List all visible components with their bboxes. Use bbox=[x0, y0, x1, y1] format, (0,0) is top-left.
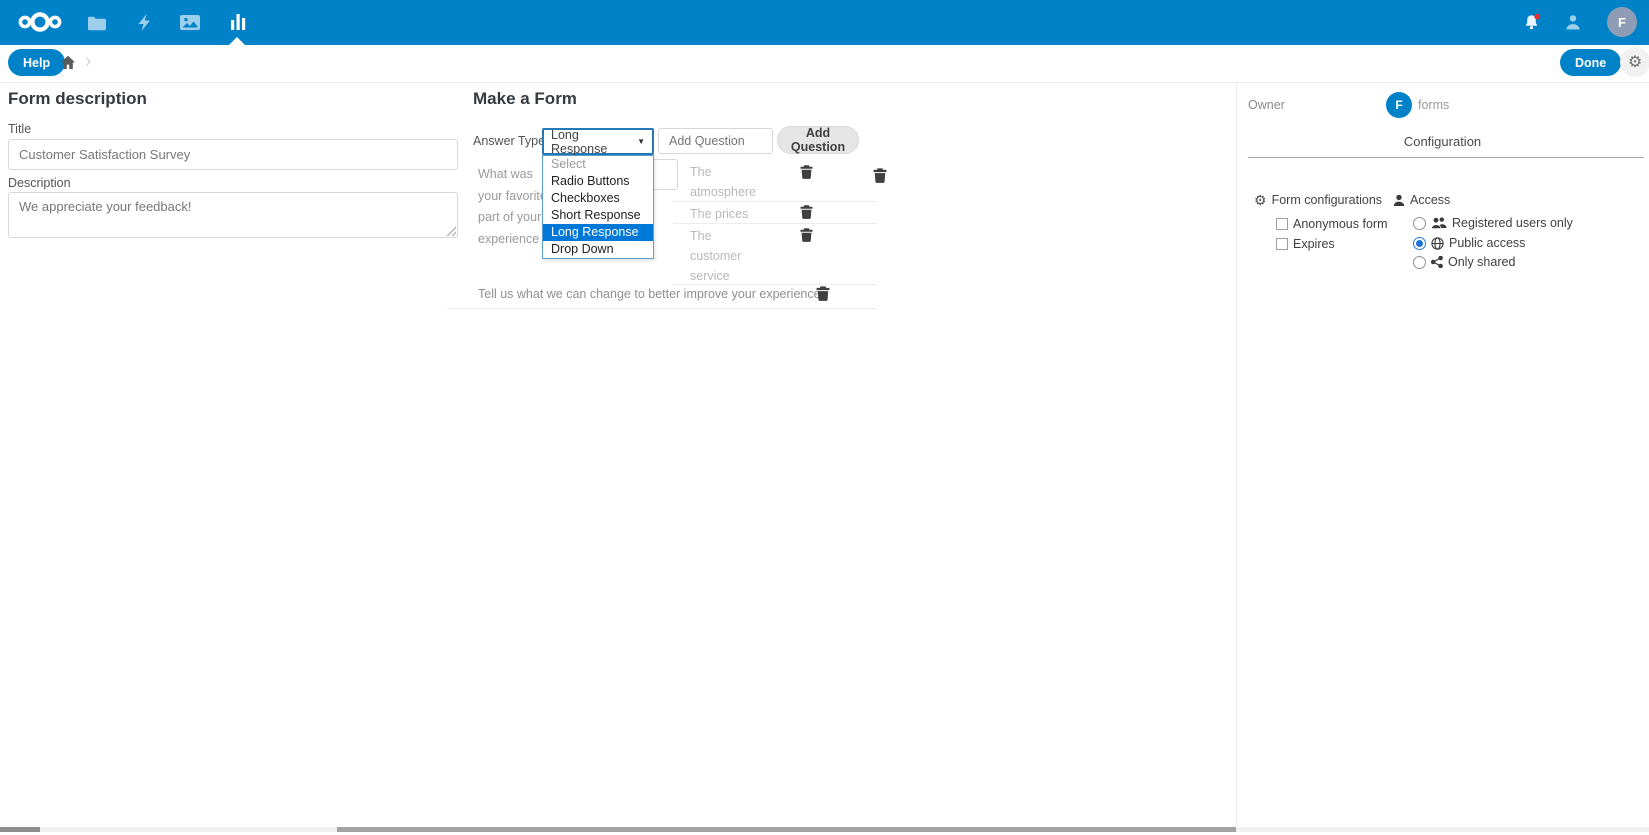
forms-barchart-icon[interactable] bbox=[230, 14, 247, 30]
contacts-person-icon[interactable] bbox=[1564, 13, 1582, 31]
share-icon bbox=[1431, 256, 1443, 268]
horizontal-scrollbar-thumb[interactable] bbox=[337, 827, 1236, 832]
option-text: The atmosphere bbox=[690, 162, 760, 202]
option-row: The atmosphere bbox=[673, 160, 877, 202]
gear-icon: ⚙ bbox=[1254, 194, 1267, 207]
delete-question-trash-icon[interactable] bbox=[816, 286, 829, 300]
configuration-divider bbox=[1248, 157, 1644, 158]
answer-type-dropdown: Select Radio Buttons Checkboxes Short Re… bbox=[542, 155, 654, 259]
gear-icon: ⚙ bbox=[1628, 52, 1642, 72]
expires-option[interactable]: Expires bbox=[1276, 237, 1335, 251]
public-access-label: Public access bbox=[1449, 236, 1525, 250]
add-question-input[interactable] bbox=[658, 128, 773, 154]
option-row: The prices bbox=[673, 202, 877, 224]
registered-users-label: Registered users only bbox=[1452, 216, 1573, 230]
access-label: Access bbox=[1410, 193, 1450, 207]
owner-avatar: F bbox=[1386, 92, 1412, 118]
expires-label: Expires bbox=[1293, 237, 1335, 251]
owner-name: forms bbox=[1418, 98, 1449, 112]
dropdown-option-drop-down[interactable]: Drop Down bbox=[543, 241, 653, 258]
anonymous-form-checkbox[interactable] bbox=[1276, 218, 1288, 230]
owner-label: Owner bbox=[1248, 98, 1285, 112]
gallery-photo-icon[interactable] bbox=[180, 15, 200, 30]
person-icon bbox=[1393, 194, 1405, 207]
group-icon bbox=[1431, 217, 1447, 229]
delete-option-trash-icon[interactable] bbox=[800, 165, 813, 179]
make-a-form-heading: Make a Form bbox=[473, 89, 577, 109]
dropdown-option-short-response[interactable]: Short Response bbox=[543, 207, 653, 224]
description-label: Description bbox=[8, 176, 71, 190]
option-text: The prices bbox=[690, 204, 760, 224]
public-access-radio[interactable] bbox=[1413, 237, 1426, 250]
caret-down-icon: ▼ bbox=[637, 137, 645, 146]
answer-type-select[interactable]: Long Response ▼ bbox=[542, 128, 654, 155]
breadcrumb-separator: › bbox=[85, 51, 91, 73]
dropdown-option-radio-buttons[interactable]: Radio Buttons bbox=[543, 173, 653, 190]
configuration-heading: Configuration bbox=[1236, 134, 1649, 149]
title-input[interactable] bbox=[8, 139, 458, 170]
question-row: Tell us what we can change to better imp… bbox=[447, 283, 877, 309]
user-avatar[interactable]: F bbox=[1607, 7, 1637, 37]
question-1-text: What was your favorite part of your expe… bbox=[478, 164, 552, 250]
option-row: The customer service bbox=[673, 224, 877, 285]
activity-lightning-icon[interactable] bbox=[136, 14, 152, 31]
description-textarea[interactable]: We appreciate your feedback! bbox=[8, 192, 458, 238]
answer-type-value: Long Response bbox=[551, 128, 637, 156]
dropdown-option-checkboxes[interactable]: Checkboxes bbox=[543, 190, 653, 207]
owner-avatar-letter: F bbox=[1395, 98, 1402, 112]
form-configurations-label: Form configurations bbox=[1272, 193, 1382, 207]
question-2-text: Tell us what we can change to better imp… bbox=[478, 287, 821, 301]
top-navigation-bar: F bbox=[0, 0, 1649, 45]
help-button[interactable]: Help bbox=[8, 49, 65, 76]
anonymous-form-option[interactable]: Anonymous form bbox=[1276, 217, 1387, 231]
dropdown-option-long-response[interactable]: Long Response bbox=[543, 224, 653, 241]
globe-icon bbox=[1431, 237, 1444, 250]
answer-type-label: Answer Type: bbox=[473, 134, 549, 148]
files-folder-icon[interactable] bbox=[87, 15, 107, 31]
delete-question-trash-icon[interactable] bbox=[873, 168, 886, 182]
only-shared-label: Only shared bbox=[1448, 255, 1515, 269]
delete-option-trash-icon[interactable] bbox=[800, 228, 813, 242]
dropdown-option-select[interactable]: Select bbox=[543, 156, 653, 173]
access-registered-option[interactable]: Registered users only bbox=[1413, 216, 1573, 230]
anonymous-form-label: Anonymous form bbox=[1293, 217, 1387, 231]
access-only-shared-option[interactable]: Only shared bbox=[1413, 255, 1515, 269]
app-toolbar: Help › Done ⚙ bbox=[0, 45, 1649, 83]
active-app-indicator bbox=[229, 37, 245, 45]
horizontal-scrollbar-thumb-left[interactable] bbox=[0, 827, 40, 832]
access-header: Access bbox=[1393, 193, 1450, 207]
done-button[interactable]: Done bbox=[1560, 49, 1621, 76]
configuration-sidebar: Owner F forms Configuration ⚙ Form confi… bbox=[1236, 83, 1649, 826]
home-icon[interactable] bbox=[60, 55, 76, 70]
form-description-heading: Form description bbox=[8, 89, 147, 109]
expires-checkbox[interactable] bbox=[1276, 238, 1288, 250]
title-label: Title bbox=[8, 122, 31, 136]
notifications-bell-icon[interactable] bbox=[1523, 13, 1542, 32]
only-shared-radio[interactable] bbox=[1413, 256, 1426, 269]
option-text: The customer service bbox=[690, 226, 760, 286]
registered-users-radio[interactable] bbox=[1413, 217, 1426, 230]
form-configurations-header: ⚙ Form configurations bbox=[1254, 193, 1382, 207]
settings-button[interactable]: ⚙ bbox=[1620, 47, 1649, 77]
nextcloud-logo[interactable] bbox=[16, 8, 64, 36]
access-public-option[interactable]: Public access bbox=[1413, 236, 1525, 250]
user-avatar-letter: F bbox=[1618, 15, 1626, 30]
delete-option-trash-icon[interactable] bbox=[800, 205, 813, 219]
add-question-button[interactable]: Add Question bbox=[777, 126, 859, 154]
